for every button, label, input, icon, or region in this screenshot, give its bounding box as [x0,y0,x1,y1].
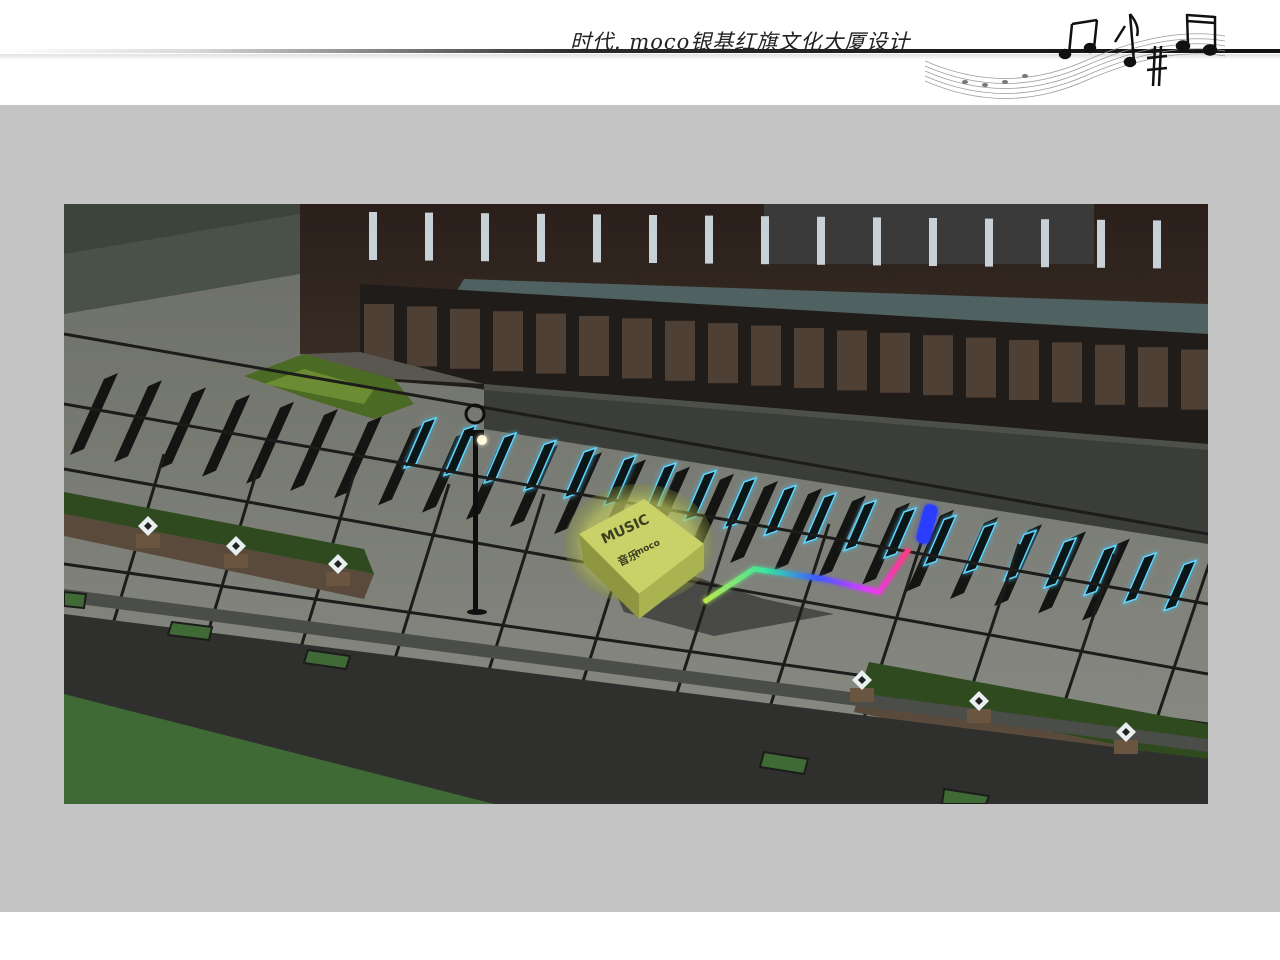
page-title: 时代. moco银基红旗文化大厦设计 [570,30,911,54]
rendering-scene: MUSIC 音乐 moco [64,204,1208,804]
shop-pane [665,320,695,381]
page-header: 时代. moco银基红旗文化大厦设计 [0,0,1280,105]
shop-pane [1052,342,1082,403]
shop-pane [1138,347,1168,408]
window [761,216,769,265]
window [985,218,993,267]
window [369,212,377,260]
window [593,214,601,263]
plaza-rendering: MUSIC 音乐 moco [64,204,1208,804]
shop-pane [751,325,781,386]
shop-pane [880,332,910,393]
window [649,215,657,263]
window [929,218,937,266]
shop-pane [837,330,867,391]
window [705,215,713,264]
window [425,212,433,261]
shop-pane [536,313,566,374]
shop-pane [966,337,996,398]
shop-pane [1095,344,1125,405]
shop-pane [622,318,652,379]
shop-pane [794,328,824,388]
window [1153,220,1161,269]
music-notes-icon [925,13,1225,99]
window [1097,219,1105,268]
shop-pane [923,335,953,396]
window [873,217,881,266]
shop-pane [450,308,480,369]
window [1041,219,1049,268]
shop-pane [708,323,738,384]
window [537,213,545,262]
shop-pane [407,306,437,367]
shop-pane [1181,349,1208,410]
shop-pane [1009,340,1039,400]
window [481,213,489,262]
shop-pane [579,316,609,376]
shop-pane [493,311,523,372]
window [817,216,825,265]
page-footer [0,912,1280,960]
